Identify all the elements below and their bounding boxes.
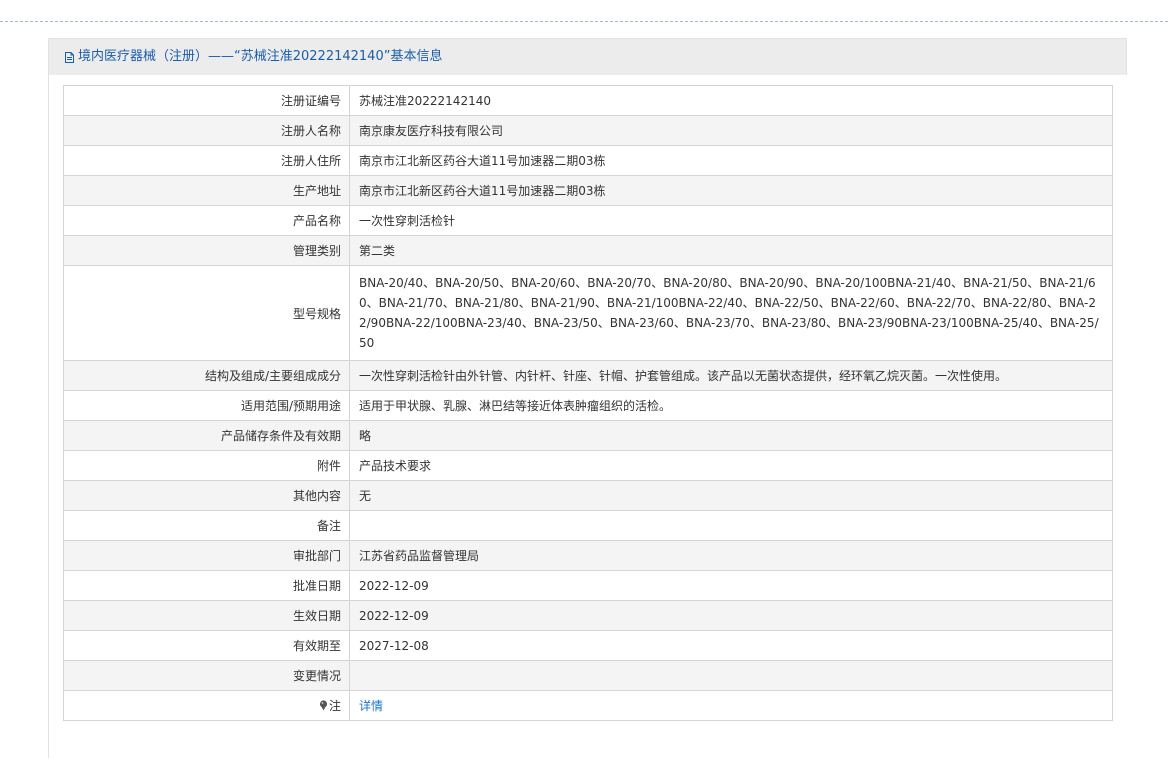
pin-icon bbox=[319, 700, 328, 711]
field-label: 注册人住所 bbox=[63, 145, 350, 176]
table-row: 变更情况 bbox=[63, 660, 1113, 691]
field-label: 其他内容 bbox=[63, 480, 350, 511]
field-label: 有效期至 bbox=[63, 630, 350, 661]
page-title: 境内医疗器械（注册）——“苏械注准20222142140”基本信息 bbox=[78, 49, 443, 64]
field-value: 略 bbox=[349, 420, 1113, 451]
note-label: 注 bbox=[63, 690, 350, 721]
info-panel: 境内医疗器械（注册）——“苏械注准20222142140”基本信息 注册证编号 … bbox=[48, 38, 1128, 759]
field-label: 生产地址 bbox=[63, 175, 350, 206]
panel-body: 注册证编号 苏械注准20222142140 注册人名称 南京康友医疗科技有限公司… bbox=[49, 75, 1128, 759]
field-label: 审批部门 bbox=[63, 540, 350, 571]
field-value: 南京市江北新区药谷大道11号加速器二期03栋 bbox=[349, 145, 1113, 176]
table-row: 其他内容 无 bbox=[63, 480, 1113, 511]
table-row: 注册人名称 南京康友医疗科技有限公司 bbox=[63, 115, 1113, 146]
field-value: BNA-20/40、BNA-20/50、BNA-20/60、BNA-20/70、… bbox=[349, 265, 1113, 361]
field-value bbox=[349, 660, 1113, 691]
table-row: 型号规格 BNA-20/40、BNA-20/50、BNA-20/60、BNA-2… bbox=[63, 265, 1113, 361]
field-value: 南京市江北新区药谷大道11号加速器二期03栋 bbox=[349, 175, 1113, 206]
field-value: 一次性穿刺活检针 bbox=[349, 205, 1113, 236]
note-label-text: 注 bbox=[328, 699, 341, 713]
field-label: 产品名称 bbox=[63, 205, 350, 236]
field-label: 批准日期 bbox=[63, 570, 350, 601]
table-row: 注 详情 bbox=[63, 690, 1113, 721]
field-value: 2027-12-08 bbox=[349, 630, 1113, 661]
table-row: 结构及组成/主要组成成分 一次性穿刺活检针由外针管、内针杆、针座、针帽、护套管组… bbox=[63, 360, 1113, 391]
field-label: 型号规格 bbox=[63, 265, 350, 361]
field-value bbox=[349, 510, 1113, 541]
detail-table: 注册证编号 苏械注准20222142140 注册人名称 南京康友医疗科技有限公司… bbox=[63, 85, 1113, 721]
field-label: 注册证编号 bbox=[63, 85, 350, 116]
details-link[interactable]: 详情 bbox=[359, 699, 383, 713]
field-label: 附件 bbox=[63, 450, 350, 481]
table-row: 附件 产品技术要求 bbox=[63, 450, 1113, 481]
field-label: 备注 bbox=[63, 510, 350, 541]
field-value: 2022-12-09 bbox=[349, 570, 1113, 601]
field-value: 南京康友医疗科技有限公司 bbox=[349, 115, 1113, 146]
table-row: 有效期至 2027-12-08 bbox=[63, 630, 1113, 661]
table-row: 产品名称 一次性穿刺活检针 bbox=[63, 205, 1113, 236]
document-icon bbox=[65, 51, 74, 63]
field-value: 适用于甲状腺、乳腺、淋巴结等接近体表肿瘤组织的活检。 bbox=[349, 390, 1113, 421]
table-row: 管理类别 第二类 bbox=[63, 235, 1113, 266]
field-value: 产品技术要求 bbox=[349, 450, 1113, 481]
table-row: 生产地址 南京市江北新区药谷大道11号加速器二期03栋 bbox=[63, 175, 1113, 206]
table-row: 生效日期 2022-12-09 bbox=[63, 600, 1113, 631]
field-value: 苏械注准20222142140 bbox=[349, 85, 1113, 116]
table-row: 注册人住所 南京市江北新区药谷大道11号加速器二期03栋 bbox=[63, 145, 1113, 176]
top-divider bbox=[0, 21, 1168, 22]
field-value: 2022-12-09 bbox=[349, 600, 1113, 631]
field-label: 适用范围/预期用途 bbox=[63, 390, 350, 421]
field-label: 管理类别 bbox=[63, 235, 350, 266]
field-label: 变更情况 bbox=[63, 660, 350, 691]
field-value: 第二类 bbox=[349, 235, 1113, 266]
table-row: 适用范围/预期用途 适用于甲状腺、乳腺、淋巴结等接近体表肿瘤组织的活检。 bbox=[63, 390, 1113, 421]
table-row: 注册证编号 苏械注准20222142140 bbox=[63, 85, 1113, 116]
field-label: 产品储存条件及有效期 bbox=[63, 420, 350, 451]
field-value: 江苏省药品监督管理局 bbox=[349, 540, 1113, 571]
field-label: 注册人名称 bbox=[63, 115, 350, 146]
table-row: 审批部门 江苏省药品监督管理局 bbox=[63, 540, 1113, 571]
field-value: 一次性穿刺活检针由外针管、内针杆、针座、针帽、护套管组成。该产品以无菌状态提供，… bbox=[349, 360, 1113, 391]
panel-header: 境内医疗器械（注册）——“苏械注准20222142140”基本信息 bbox=[49, 39, 1126, 76]
field-value: 详情 bbox=[349, 690, 1113, 721]
field-label: 生效日期 bbox=[63, 600, 350, 631]
field-label: 结构及组成/主要组成成分 bbox=[63, 360, 350, 391]
table-row: 备注 bbox=[63, 510, 1113, 541]
table-row: 产品储存条件及有效期 略 bbox=[63, 420, 1113, 451]
field-value: 无 bbox=[349, 480, 1113, 511]
table-row: 批准日期 2022-12-09 bbox=[63, 570, 1113, 601]
